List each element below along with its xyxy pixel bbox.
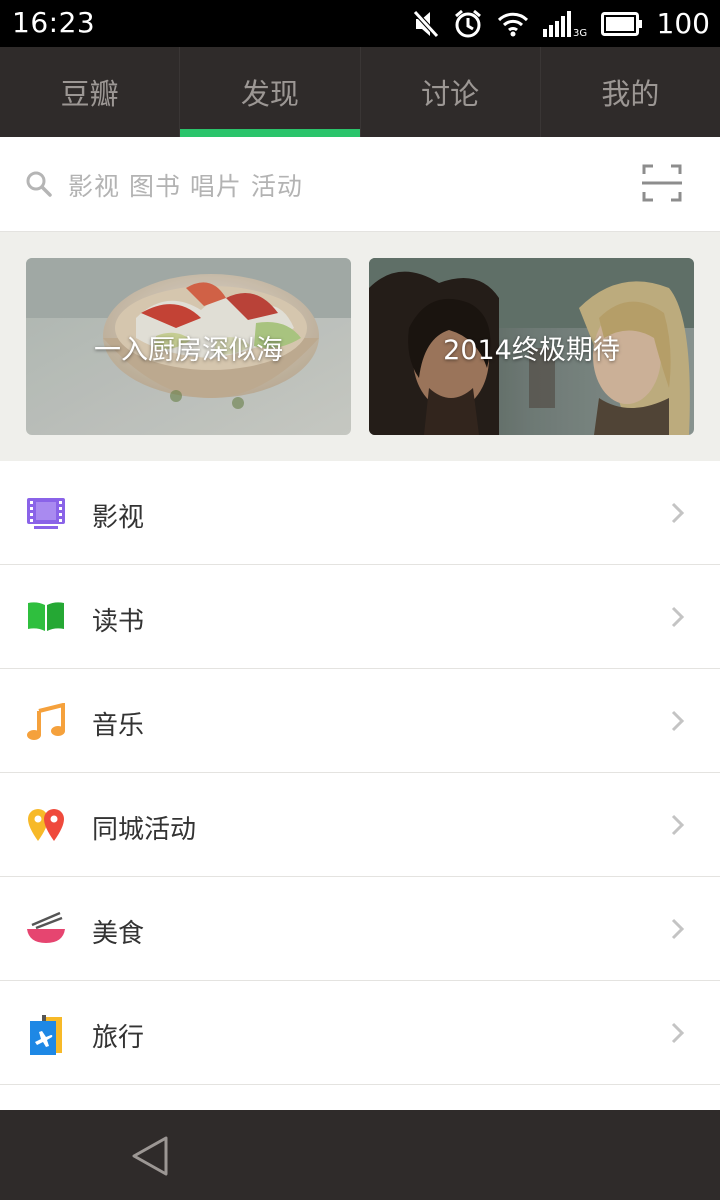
battery-level: 100 xyxy=(656,7,710,40)
list-item-film[interactable]: 影视 xyxy=(0,461,720,565)
item-label: 美食 xyxy=(92,919,145,949)
tab-label: 发现 xyxy=(240,77,299,111)
tab-label: 豆瓣 xyxy=(60,77,119,111)
chevron-right-icon xyxy=(670,709,686,737)
wifi-icon xyxy=(497,11,529,37)
category-list: 影视 读书 音乐 同城活动 美食 旅行 xyxy=(0,461,720,1085)
search-placeholder: 影视 图书 唱片 活动 xyxy=(68,172,303,201)
banner-kitchen[interactable]: 一入厨房深似海 xyxy=(26,258,351,435)
banner-title: 一入厨房深似海 xyxy=(94,335,283,366)
item-label: 影视 xyxy=(92,503,145,533)
book-icon xyxy=(26,599,66,635)
tab-label: 讨论 xyxy=(421,77,480,111)
featured-banners: 一入厨房深似海 2014终极期待 xyxy=(0,232,720,461)
film-icon xyxy=(26,495,66,531)
chevron-right-icon xyxy=(670,917,686,945)
back-icon[interactable] xyxy=(128,1134,172,1182)
list-item-food[interactable]: 美食 xyxy=(0,877,720,981)
battery-icon xyxy=(600,11,643,36)
signal-icon: 3G xyxy=(542,10,587,37)
banner-title: 2014终极期待 xyxy=(443,335,620,366)
tab-douban[interactable]: 豆瓣 xyxy=(0,47,181,137)
system-nav-bar xyxy=(0,1110,720,1200)
list-item-music[interactable]: 音乐 xyxy=(0,669,720,773)
list-item-local-events[interactable]: 同城活动 xyxy=(0,773,720,877)
scan-icon[interactable] xyxy=(642,164,682,206)
bowl-chopsticks-icon xyxy=(26,911,66,947)
tab-mine[interactable]: 我的 xyxy=(541,47,720,137)
search-input[interactable]: 影视 图书 唱片 活动 xyxy=(0,137,720,232)
list-item-travel[interactable]: 旅行 xyxy=(0,981,720,1085)
status-time: 16:23 xyxy=(12,6,96,39)
chevron-right-icon xyxy=(670,813,686,841)
item-label: 同城活动 xyxy=(92,815,197,845)
banner-2014[interactable]: 2014终极期待 xyxy=(369,258,694,435)
item-label: 音乐 xyxy=(92,711,145,741)
luggage-plane-icon xyxy=(26,1015,66,1055)
item-label: 旅行 xyxy=(92,1023,145,1053)
music-note-icon xyxy=(26,702,66,740)
alarm-icon xyxy=(453,9,483,39)
mute-icon xyxy=(412,9,439,39)
chevron-right-icon xyxy=(670,1021,686,1049)
tab-discussion[interactable]: 讨论 xyxy=(361,47,541,137)
status-icons: 3G 100 xyxy=(412,0,710,47)
tab-discover[interactable]: 发现 xyxy=(180,47,361,137)
item-label: 读书 xyxy=(92,607,145,637)
list-item-books[interactable]: 读书 xyxy=(0,565,720,669)
search-icon xyxy=(26,171,52,201)
status-bar: 16:23 3G 100 xyxy=(0,0,720,47)
tab-label: 我的 xyxy=(601,77,660,111)
map-pin-icon xyxy=(26,807,66,843)
chevron-right-icon xyxy=(670,501,686,529)
top-tab-bar: 豆瓣 发现 讨论 我的 xyxy=(0,47,720,137)
network-type: 3G xyxy=(573,28,587,37)
chevron-right-icon xyxy=(670,605,686,633)
active-tab-indicator xyxy=(180,129,360,137)
